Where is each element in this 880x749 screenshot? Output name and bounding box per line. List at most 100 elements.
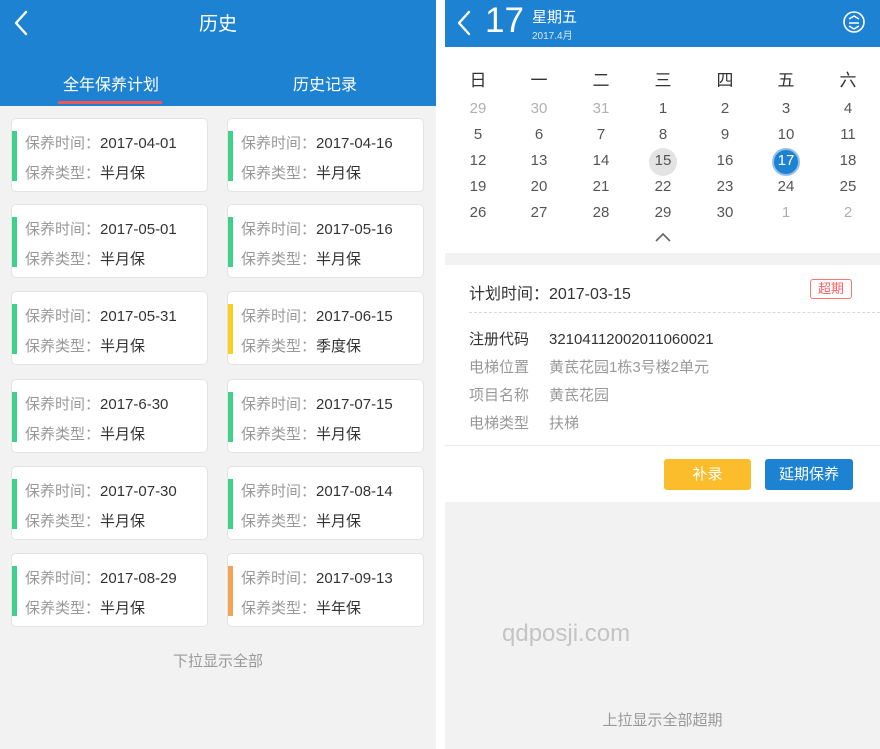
- menu-circle-icon[interactable]: [842, 10, 866, 34]
- watermark: qdposji.com: [502, 620, 631, 647]
- maintenance-card[interactable]: 保养时间：2017-05-01 保养类型：半月保: [11, 204, 208, 278]
- calendar-day[interactable]: 15: [643, 152, 683, 169]
- maintenance-card[interactable]: 保养时间：2017-04-01 保养类型：半月保: [11, 118, 208, 192]
- supplement-button[interactable]: 补录: [664, 459, 751, 490]
- maintenance-time-value: 2017-07-15: [316, 396, 393, 413]
- calendar-header: 17 星期五 2017.4月: [445, 0, 880, 47]
- maintenance-card[interactable]: 保养时间：2017-05-16 保养类型：半月保: [227, 204, 424, 278]
- calendar-day[interactable]: 13: [519, 152, 559, 169]
- maintenance-card[interactable]: 保养时间：2017-06-15 保养类型：季度保: [227, 291, 424, 365]
- maintenance-type-color-bar: [12, 217, 17, 267]
- maintenance-type-label: 保养类型：: [241, 426, 317, 443]
- overdue-badge: 超期: [810, 279, 852, 299]
- calendar-day[interactable]: 5: [458, 126, 498, 143]
- maintenance-type-label: 保养类型：: [241, 338, 317, 355]
- calendar-day[interactable]: 2: [705, 100, 745, 117]
- calendar-day[interactable]: 19: [458, 178, 498, 195]
- maintenance-type-color-bar: [228, 131, 233, 181]
- maintenance-type-label: 保养类型：: [25, 426, 101, 443]
- maintenance-time-row: 保养时间：2017-07-15: [241, 393, 393, 414]
- calendar-day[interactable]: 16: [705, 152, 745, 169]
- calendar-day[interactable]: 23: [705, 178, 745, 195]
- calendar-day[interactable]: 10: [766, 126, 806, 143]
- calendar-day[interactable]: 11: [828, 126, 868, 143]
- calendar-day[interactable]: 7: [581, 126, 621, 143]
- maintenance-detail: 计划时间：2017-03-15 超期 注册代码 32104112002011060…: [445, 265, 880, 502]
- calendar-day[interactable]: 14: [581, 152, 621, 169]
- maintenance-type-label: 保养类型：: [25, 338, 101, 355]
- calendar-day[interactable]: 26: [458, 204, 498, 221]
- elevator-location-row: 电梯位置 黄茋花园1栋3号楼2单元: [469, 356, 709, 377]
- maintenance-time-value: 2017-08-29: [100, 570, 177, 587]
- calendar-day[interactable]: 9: [705, 126, 745, 143]
- calendar-day[interactable]: 30: [705, 204, 745, 221]
- chevron-up-icon[interactable]: [654, 231, 672, 243]
- maintenance-time-label: 保养时间：: [241, 396, 317, 413]
- maintenance-time-value: 2017-05-16: [316, 221, 393, 238]
- weekday-header: 四: [716, 71, 734, 90]
- maintenance-card[interactable]: 保养时间：2017-07-15 保养类型：半月保: [227, 379, 424, 453]
- calendar-day[interactable]: 17: [766, 152, 806, 169]
- maintenance-time-label: 保养时间：: [241, 135, 317, 152]
- calendar-day[interactable]: 8: [643, 126, 683, 143]
- calendar-day[interactable]: 3: [766, 100, 806, 117]
- calendar-day[interactable]: 28: [581, 204, 621, 221]
- maintenance-card[interactable]: 保养时间：2017-08-14 保养类型：半月保: [227, 466, 424, 540]
- maintenance-time-row: 保养时间：2017-05-31: [25, 305, 177, 326]
- calendar-day[interactable]: 12: [458, 152, 498, 169]
- project-name-row: 项目名称 黄茋花园: [469, 384, 609, 405]
- maintenance-time-row: 保养时间：2017-08-14: [241, 480, 393, 501]
- selected-weekday: 星期五: [532, 9, 578, 26]
- maintenance-card[interactable]: 保养时间：2017-09-13 保养类型：半年保: [227, 553, 424, 627]
- calendar-day[interactable]: 4: [828, 100, 868, 117]
- maintenance-time-row: 保养时间：2017-05-01: [25, 218, 177, 239]
- maintenance-card[interactable]: 保养时间：2017-04-16 保养类型：半月保: [227, 118, 424, 192]
- maintenance-type-row: 保养类型：半月保: [25, 162, 145, 183]
- divider: [445, 445, 880, 446]
- registration-code-row: 注册代码 32104112002011060021: [469, 328, 714, 349]
- maintenance-time-value: 2017-06-15: [316, 308, 393, 325]
- maintenance-type-row: 保养类型：半月保: [25, 597, 145, 618]
- maintenance-type-label: 保养类型：: [25, 513, 101, 530]
- maintenance-type-value: 半月保: [100, 338, 146, 355]
- calendar-day[interactable]: 1: [643, 100, 683, 117]
- maintenance-type-row: 保养类型：季度保: [241, 335, 361, 356]
- calendar-day[interactable]: 25: [828, 178, 868, 195]
- calendar-day[interactable]: 20: [519, 178, 559, 195]
- maintenance-type-value: 半月保: [100, 426, 146, 443]
- calendar-day[interactable]: 30: [519, 100, 559, 117]
- calendar-day[interactable]: 29: [458, 100, 498, 117]
- calendar-day[interactable]: 29: [643, 204, 683, 221]
- maintenance-type-value: 半月保: [316, 165, 362, 182]
- maintenance-time-label: 保养时间：: [25, 308, 101, 325]
- project-name-label: 项目名称: [469, 387, 530, 404]
- maintenance-time-row: 保养时间：2017-05-16: [241, 218, 393, 239]
- tab-history-records[interactable]: 历史记录: [250, 71, 400, 95]
- calendar-day[interactable]: 21: [581, 178, 621, 195]
- maintenance-time-row: 保养时间：2017-6-30: [25, 393, 168, 414]
- calendar-day[interactable]: 2: [828, 204, 868, 221]
- maintenance-type-row: 保养类型：半月保: [241, 248, 361, 269]
- maintenance-time-label: 保养时间：: [25, 570, 101, 587]
- selected-day: 17: [485, 1, 524, 40]
- calendar-day[interactable]: 1: [766, 204, 806, 221]
- calendar-day[interactable]: 18: [828, 152, 868, 169]
- back-arrow-icon[interactable]: [455, 9, 475, 37]
- calendar-day[interactable]: 27: [519, 204, 559, 221]
- maintenance-type-row: 保养类型：半月保: [25, 248, 145, 269]
- calendar-day[interactable]: 24: [766, 178, 806, 195]
- calendar-day[interactable]: 22: [643, 178, 683, 195]
- tab-annual-plan[interactable]: 全年保养计划: [36, 71, 186, 95]
- plan-time-label: 计划时间：: [469, 286, 550, 303]
- maintenance-type-value: 半年保: [316, 600, 362, 617]
- maintenance-card[interactable]: 保养时间：2017-6-30 保养类型：半月保: [11, 379, 208, 453]
- maintenance-card[interactable]: 保养时间：2017-07-30 保养类型：半月保: [11, 466, 208, 540]
- maintenance-card[interactable]: 保养时间：2017-08-29 保养类型：半月保: [11, 553, 208, 627]
- maintenance-card[interactable]: 保养时间：2017-05-31 保养类型：半月保: [11, 291, 208, 365]
- postpone-maintenance-button[interactable]: 延期保养: [765, 459, 853, 490]
- maintenance-type-color-bar: [12, 304, 17, 354]
- calendar-day[interactable]: 6: [519, 126, 559, 143]
- maintenance-type-color-bar: [12, 131, 17, 181]
- maintenance-type-value: 半月保: [100, 513, 146, 530]
- calendar-day[interactable]: 31: [581, 100, 621, 117]
